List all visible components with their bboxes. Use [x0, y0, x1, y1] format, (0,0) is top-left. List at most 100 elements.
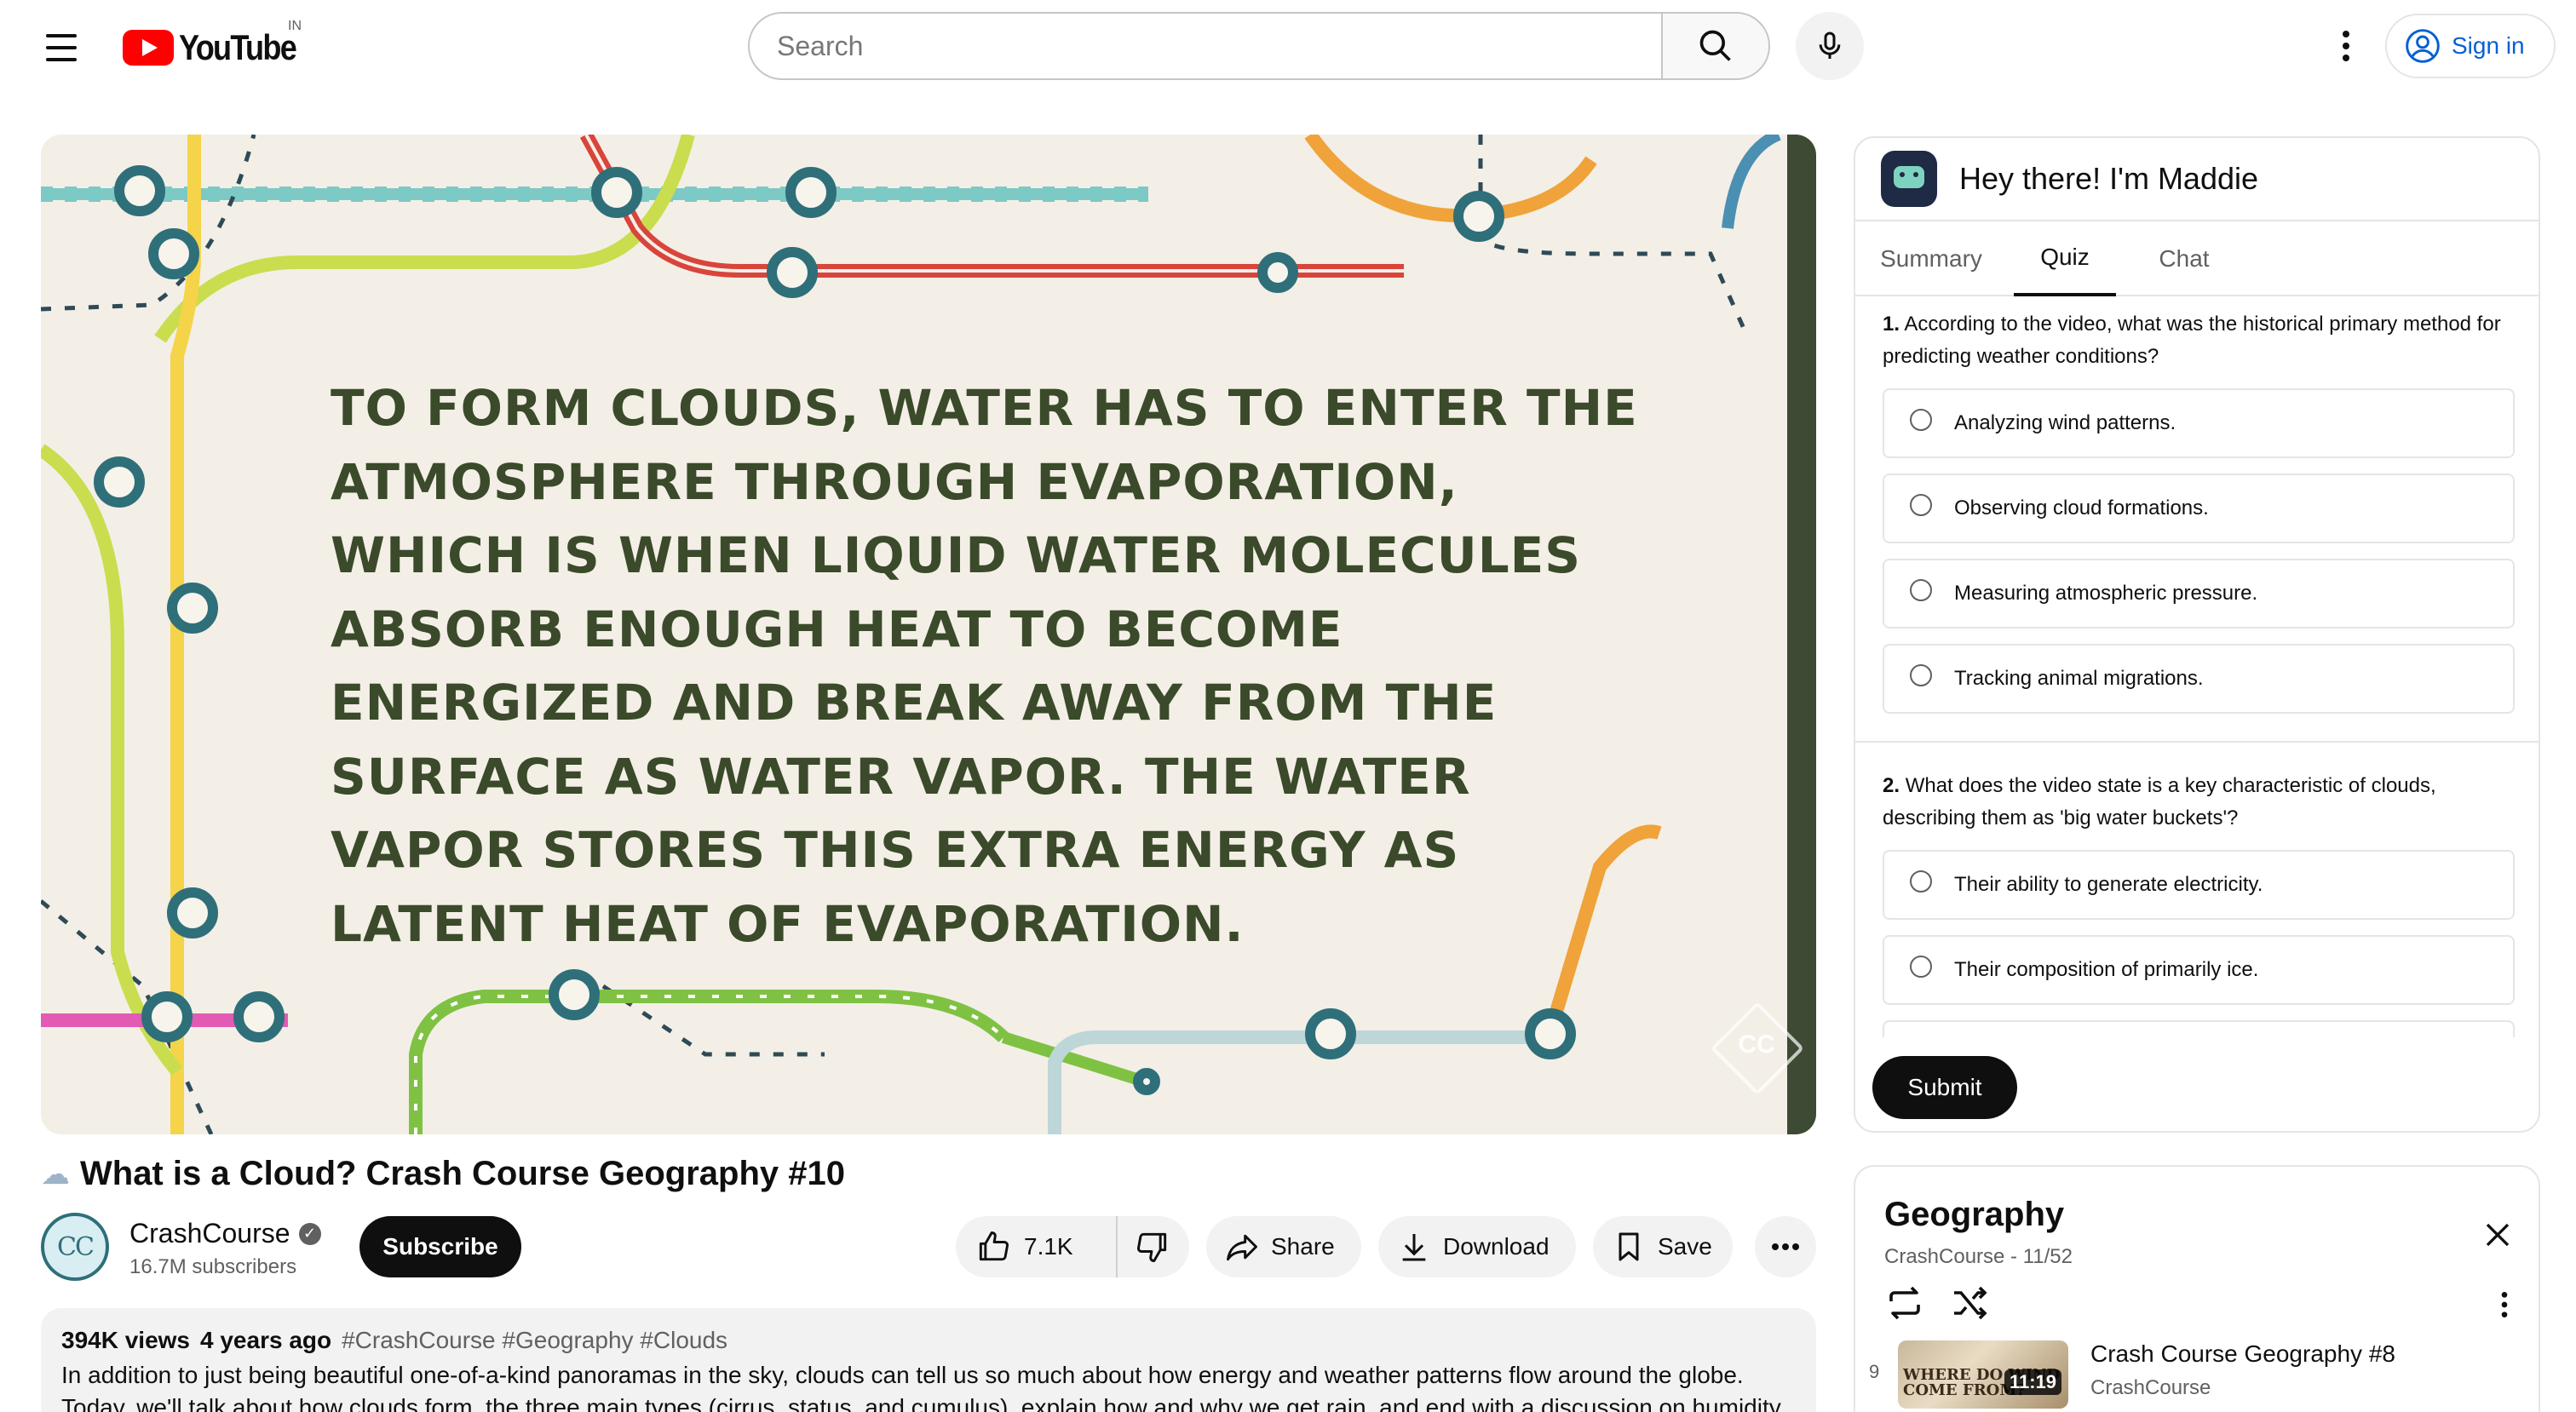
avatar-text: CC — [57, 1231, 95, 1262]
close-icon[interactable] — [2477, 1214, 2518, 1255]
search-box — [748, 12, 1661, 80]
duration-badge: 11:19 — [2004, 1369, 2061, 1395]
description-box[interactable]: 394K views 4 years ago #CrashCourse #Geogr… — [41, 1308, 1816, 1412]
question-body: What does the video state is a key chara… — [1883, 774, 2436, 829]
sign-in-label: Sign in — [2452, 32, 2525, 59]
video-player[interactable]: TO FORM CLOUDS, WATER HAS TO ENTER THE A… — [41, 135, 1816, 1134]
download-label: Download — [1443, 1233, 1550, 1260]
robot-avatar-icon — [1881, 151, 1937, 207]
thumbs-down-icon — [1137, 1232, 1167, 1262]
question-text: 1. According to the video, what was the … — [1883, 308, 2515, 373]
loop-icon[interactable] — [1884, 1283, 1925, 1323]
playlist-position: 11/52 — [2022, 1245, 2073, 1268]
region-code: IN — [288, 19, 302, 33]
share-icon — [1227, 1234, 1257, 1261]
question-number: 2. — [1883, 774, 1900, 797]
share-button[interactable]: Share — [1206, 1216, 1361, 1277]
assistant-title: Hey there! I'm Maddie — [1959, 161, 2259, 196]
radio-button-icon — [1910, 870, 1932, 893]
radio-button-icon — [1910, 494, 1932, 516]
playlist-item-channel: CrashCourse — [2090, 1376, 2211, 1399]
more-actions-button[interactable] — [1755, 1216, 1816, 1277]
hashtags[interactable]: #CrashCourse #Geography #Clouds — [342, 1327, 727, 1353]
video-caption-text: TO FORM CLOUDS, WATER HAS TO ENTER THE A… — [331, 379, 1638, 953]
option-label: Their composition of primarily ice. — [1954, 958, 2259, 981]
settings-kebab-icon[interactable] — [2319, 19, 2373, 73]
voice-search-button[interactable] — [1796, 12, 1864, 80]
save-label: Save — [1658, 1233, 1712, 1260]
share-label: Share — [1271, 1233, 1335, 1260]
answer-option[interactable]: Their composition of primarily ice. — [1883, 935, 2515, 1005]
save-button[interactable]: Save — [1593, 1216, 1733, 1277]
download-icon — [1402, 1234, 1426, 1261]
answer-option[interactable]: Observing cloud formations. — [1883, 474, 2515, 543]
channel-avatar[interactable]: CC — [41, 1213, 109, 1281]
quiz-list[interactable]: 1. According to the video, what was the … — [1855, 298, 2539, 1037]
playlist-item[interactable]: 9 WHERE DO WIND COME FROM? 11:19 Crash C… — [1855, 1334, 2539, 1412]
thumbs-up-icon — [979, 1231, 1009, 1261]
assistant-panel: Hey there! I'm Maddie Summary Quiz Chat … — [1854, 136, 2540, 1133]
cloud-icon: ☁ — [41, 1157, 70, 1191]
video-title: ☁ What is a Cloud? Crash Course Geograph… — [41, 1155, 845, 1193]
answer-option[interactable]: Tracking animal migrations. — [1883, 644, 2515, 714]
question-divider — [1855, 741, 2539, 743]
answer-option[interactable]: Their ability to generate electricity. — [1883, 850, 2515, 920]
account-icon — [2406, 29, 2440, 63]
description-meta: 394K views 4 years ago #CrashCourse #Geogr… — [61, 1327, 1796, 1354]
upload-date: 4 years ago — [200, 1327, 332, 1353]
verified-check-icon: ✓ — [298, 1222, 321, 1245]
option-label: Observing cloud formations. — [1954, 496, 2209, 519]
more-horizontal-icon — [1772, 1243, 1799, 1250]
youtube-play-icon — [123, 30, 174, 66]
shuffle-icon[interactable] — [1949, 1283, 1990, 1323]
download-button[interactable]: Download — [1378, 1216, 1576, 1277]
video-title-text: What is a Cloud? Crash Course Geography … — [80, 1155, 845, 1192]
quiz-question-1: 1. According to the video, what was the … — [1855, 298, 2539, 714]
description-text: In addition to just being beautiful one-… — [61, 1362, 1786, 1412]
playlist-more-icon[interactable] — [2487, 1284, 2521, 1325]
assistant-tabs: Summary Quiz Chat — [1855, 221, 2539, 296]
radio-button-icon — [1910, 409, 1932, 431]
subscribe-button[interactable]: Subscribe — [359, 1216, 521, 1277]
playlist-item-thumbnail: WHERE DO WIND COME FROM? 11:19 — [1898, 1340, 2068, 1409]
search-input[interactable] — [777, 30, 1661, 62]
playlist-meta: CrashCourse - 11/52 — [1884, 1245, 2073, 1268]
logo-text: YouTube — [179, 27, 297, 67]
answer-option[interactable]: Analyzing wind patterns. — [1883, 388, 2515, 458]
playlist-title[interactable]: Geography — [1884, 1196, 2064, 1234]
option-label: Analyzing wind patterns. — [1954, 411, 2176, 434]
playlist-item-title: Crash Course Geography #8 — [2090, 1340, 2395, 1367]
assistant-header: Hey there! I'm Maddie — [1855, 138, 2539, 221]
channel-name[interactable]: CrashCourse ✓ — [129, 1218, 321, 1249]
quiz-question-2: 2. What does the video state is a key ch… — [1855, 770, 2539, 1037]
search-icon — [1699, 30, 1731, 61]
search-button[interactable] — [1661, 12, 1770, 80]
playlist-channel[interactable]: CrashCourse — [1884, 1245, 2004, 1268]
playlist-item-index: 9 — [1869, 1361, 1880, 1382]
question-text: 2. What does the video state is a key ch… — [1883, 770, 2515, 835]
option-label: Measuring atmospheric pressure. — [1954, 582, 2258, 605]
question-body: According to the video, what was the his… — [1883, 313, 2501, 368]
sign-in-button[interactable]: Sign in — [2385, 14, 2556, 78]
bookmark-icon — [1619, 1232, 1639, 1261]
option-label: Tracking animal migrations. — [1954, 667, 2204, 690]
dislike-button[interactable] — [1118, 1216, 1187, 1277]
tab-summary[interactable]: Summary — [1867, 221, 1995, 296]
subscriber-count: 16.7M subscribers — [129, 1255, 297, 1278]
playlist-panel: Geography CrashCourse - 11/52 9 WHERE DO… — [1854, 1165, 2540, 1412]
tab-chat[interactable]: Chat — [2133, 221, 2235, 296]
answer-option-partial[interactable] — [1883, 1020, 2515, 1037]
tab-quiz[interactable]: Quiz — [2014, 221, 2116, 296]
like-button[interactable]: 7.1K — [956, 1216, 1118, 1277]
radio-button-icon — [1910, 956, 1932, 978]
like-dislike-segment: 7.1K — [956, 1216, 1189, 1277]
option-label: Their ability to generate electricity. — [1954, 873, 2263, 896]
radio-button-icon — [1910, 579, 1932, 601]
like-count: 7.1K — [1024, 1233, 1073, 1260]
youtube-logo[interactable]: YouTube — [123, 26, 314, 70]
microphone-icon — [1819, 32, 1841, 59]
submit-button[interactable]: Submit — [1872, 1056, 2017, 1119]
masthead: YouTube IN Sign in — [0, 0, 2576, 95]
menu-icon[interactable] — [34, 24, 89, 72]
answer-option[interactable]: Measuring atmospheric pressure. — [1883, 559, 2515, 629]
